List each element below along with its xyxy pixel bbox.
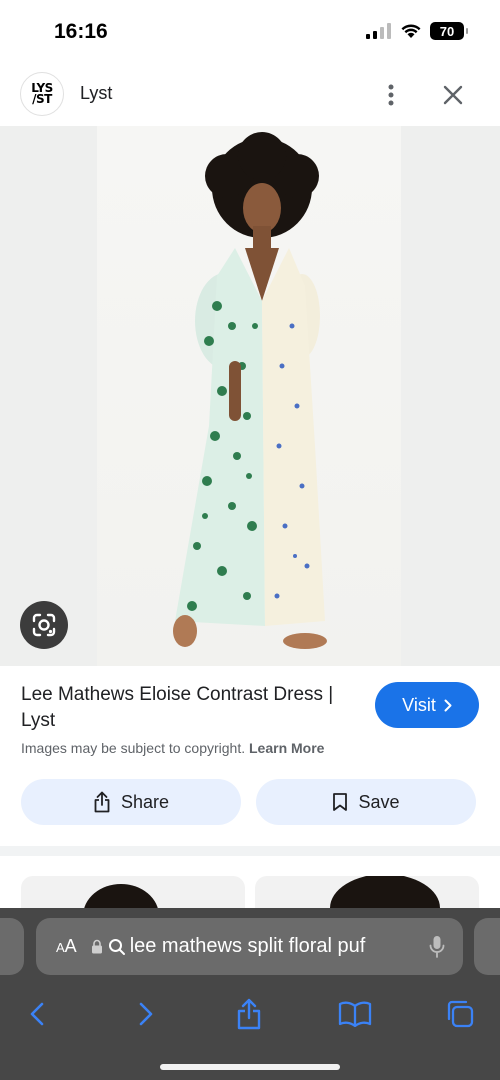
chevron-right-icon bbox=[444, 699, 452, 711]
share-button[interactable]: Share bbox=[21, 779, 241, 825]
back-button[interactable] bbox=[17, 994, 57, 1034]
forward-button[interactable] bbox=[126, 994, 166, 1034]
copyright-notice: Images may be subject to copyright. Lear… bbox=[21, 740, 324, 756]
google-lens-icon bbox=[32, 613, 56, 637]
source-name[interactable]: Lyst bbox=[80, 83, 112, 104]
aa-small: A bbox=[56, 940, 65, 955]
tabs-icon bbox=[447, 1000, 474, 1028]
cellular-signal-icon bbox=[366, 23, 391, 39]
status-time: 16:16 bbox=[54, 20, 108, 43]
battery-indicator: 70 bbox=[430, 22, 468, 40]
aa-large: A bbox=[64, 936, 77, 956]
more-options-button[interactable] bbox=[378, 80, 404, 110]
share-label: Share bbox=[120, 791, 170, 812]
source-header: LYS /ST Lyst bbox=[0, 64, 500, 126]
copyright-text: Images may be subject to copyright. bbox=[21, 740, 246, 756]
reader-options-button[interactable]: AA bbox=[56, 936, 77, 957]
save-label: Save bbox=[358, 791, 400, 812]
forward-chevron-icon bbox=[139, 1002, 153, 1026]
microphone-icon[interactable] bbox=[429, 935, 445, 959]
share-icon bbox=[94, 791, 110, 813]
back-chevron-icon bbox=[30, 1002, 44, 1026]
close-button[interactable] bbox=[438, 80, 468, 110]
more-vert-icon bbox=[388, 84, 394, 106]
visit-label: Visit bbox=[402, 694, 436, 715]
home-indicator bbox=[160, 1064, 340, 1070]
visit-button[interactable]: Visit bbox=[375, 682, 479, 728]
page-share-button[interactable] bbox=[229, 994, 269, 1034]
battery-level: 70 bbox=[439, 23, 455, 39]
wifi-icon bbox=[401, 24, 421, 38]
bookmarks-button[interactable] bbox=[335, 994, 375, 1034]
lock-icon bbox=[91, 939, 102, 954]
google-lens-button[interactable] bbox=[20, 601, 68, 649]
tabs-button[interactable] bbox=[440, 994, 480, 1034]
related-results bbox=[0, 856, 500, 936]
bookmark-icon bbox=[333, 793, 348, 811]
browser-bottom-bar: AA lee mathews split floral puf bbox=[0, 908, 500, 1080]
dress-model-illustration bbox=[173, 132, 327, 649]
section-divider bbox=[0, 846, 500, 856]
browser-toolbar bbox=[0, 988, 500, 1038]
address-text: lee mathews split floral puf bbox=[129, 935, 366, 957]
result-title[interactable]: Lee Mathews Eloise Contrast Dress | Lyst bbox=[21, 682, 341, 734]
status-icons: 70 bbox=[366, 22, 468, 40]
product-image[interactable] bbox=[97, 126, 401, 666]
next-tab-preview[interactable] bbox=[474, 918, 500, 975]
result-info-panel: Lee Mathews Eloise Contrast Dress | Lyst… bbox=[0, 666, 500, 846]
book-icon bbox=[338, 1001, 372, 1027]
search-icon bbox=[108, 938, 125, 955]
previous-tab-preview[interactable] bbox=[0, 918, 24, 975]
status-bar: 16:16 70 bbox=[0, 0, 500, 64]
learn-more-link[interactable]: Learn More bbox=[249, 740, 324, 756]
save-button[interactable]: Save bbox=[256, 779, 476, 825]
logo-line-2: /ST bbox=[32, 92, 52, 106]
source-logo[interactable]: LYS /ST bbox=[20, 72, 64, 116]
safari-share-icon bbox=[237, 998, 261, 1030]
image-preview-area bbox=[0, 126, 500, 666]
close-icon bbox=[443, 85, 463, 105]
address-bar[interactable]: AA lee mathews split floral puf bbox=[36, 918, 463, 975]
